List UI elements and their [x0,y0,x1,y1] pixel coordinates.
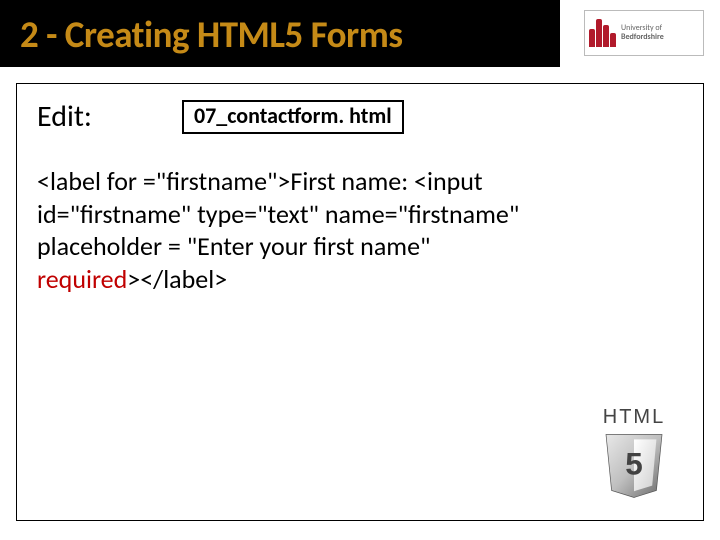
code-required-keyword: required [37,263,127,295]
code-line-4-rest: ></label> [127,263,227,295]
code-snippet: <label for ="firstname">First name: <inp… [37,165,677,295]
logo-line2: Bedfordshire [621,33,664,42]
logo-text: University of Bedfordshire [621,24,664,42]
edit-label: Edit: [37,98,92,135]
html5-badge-text: HTML [579,406,689,429]
code-line-3: placeholder = "Enter your first name" [37,230,677,263]
code-line-2: id="firstname" type="text" name="firstna… [37,198,677,231]
html5-badge: HTML 5 [579,406,689,506]
file-name-badge: 07_contactform. html [182,100,404,134]
html5-shield-icon: 5 [595,431,673,501]
html5-shield-number: 5 [625,445,643,481]
content-panel: Edit: 07_contactform. html <label for ="… [16,83,704,521]
slide-title: 2 - Creating HTML5 Forms [0,0,560,67]
logo-mark-icon [589,19,616,47]
code-line-1: <label for ="firstname">First name: <inp… [37,165,677,198]
code-line-4: required></label> [37,263,677,296]
university-logo: University of Bedfordshire [584,10,704,56]
